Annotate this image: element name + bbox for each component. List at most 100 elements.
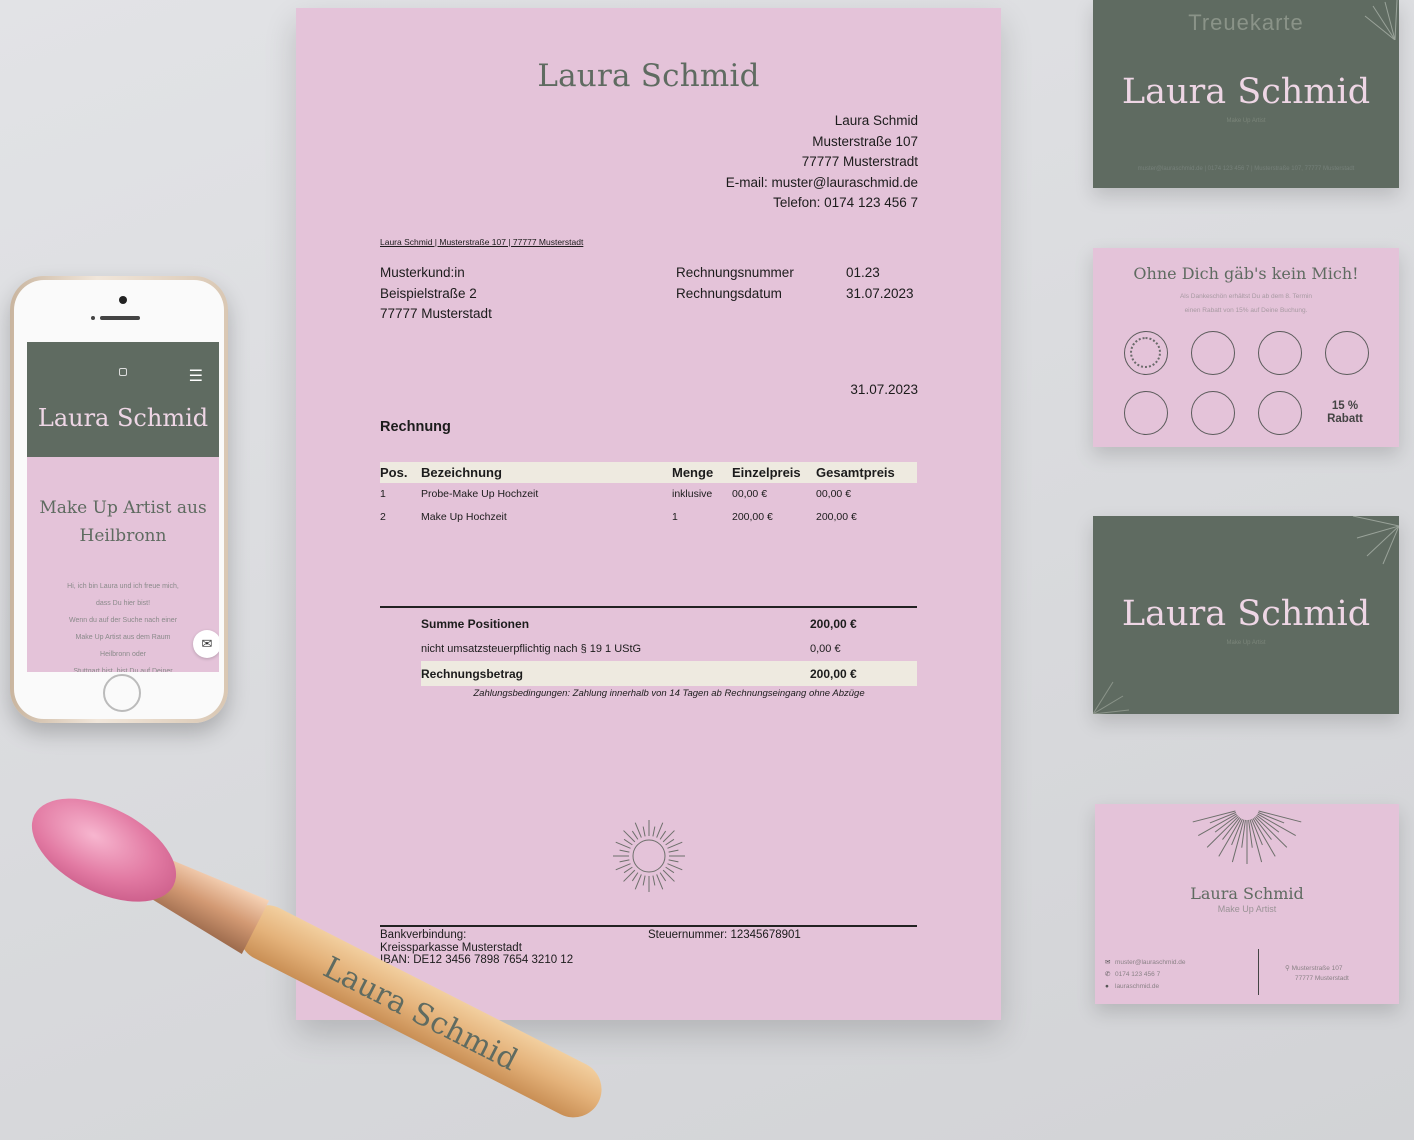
tax-number: Steuernummer: 12345678901	[648, 929, 801, 941]
address-line: Musterstraße 107	[1291, 965, 1343, 972]
sun-ray	[1258, 810, 1302, 823]
cell-menge: 1	[672, 511, 678, 523]
sun-ray	[665, 866, 675, 874]
intro-line: Hi, ich bin Laura und ich freue mich,	[67, 583, 179, 590]
cell-pos: 1	[380, 488, 386, 500]
reward-percent: 15 %	[1331, 400, 1359, 412]
sum-label: Summe Positionen	[421, 616, 530, 631]
invoice-logo: Laura Schmid	[537, 58, 760, 94]
headline-line: Heilbronn	[79, 526, 167, 546]
sender-line: Musterstraße 107	[812, 133, 918, 149]
cell-gesamtpreis: 00,00 €	[816, 488, 852, 500]
sun-ray	[1252, 818, 1276, 857]
card-name: Laura Schmid	[1190, 884, 1304, 903]
cell-bezeichnung: Make Up Hochzeit	[421, 511, 507, 523]
camera-icon	[119, 296, 127, 304]
card-logo: Laura Schmid	[1121, 72, 1371, 112]
sun-ray	[668, 859, 679, 863]
card-footer: muster@lauraschmid.de | 0174 123 456 7 |…	[1137, 166, 1355, 172]
tax-note-label: nicht umsatzsteuerpflichtig nach § 19 1 …	[421, 642, 642, 655]
stamp-slot-filled	[1124, 331, 1168, 375]
contact-details: ✉ muster@lauraschmid.de ✆ 0174 123 456 7 ●…	[1105, 957, 1186, 993]
brush-brand: Laura Schmid	[318, 950, 524, 1078]
business-card-front: Laura Schmid Make Up Artist	[1093, 516, 1399, 714]
sun-ray	[656, 822, 664, 838]
intro-line: Stuttgart bist, bist Du auf Deiner	[73, 668, 173, 672]
loyalty-card-front: Treuekarte Laura Schmid Make Up Artist m…	[1093, 0, 1399, 188]
col-einzelpreis: Einzelpreis	[732, 462, 816, 483]
total-label: Rechnungsbetrag	[421, 666, 524, 681]
recipient-line: 77777 Musterstadt	[380, 306, 492, 321]
instagram-icon[interactable]	[119, 368, 127, 376]
sun-ray	[656, 874, 664, 890]
phone-screen: ☰ Laura Schmid Make Up Artist aus Heilbr…	[27, 342, 219, 672]
letter-date: 31.07.2023	[850, 382, 918, 397]
makeup-brush: Laura Schmid	[31, 798, 602, 1118]
intro-line: Heilbronn oder	[100, 651, 146, 658]
card-logo: Laura Schmid	[1121, 594, 1371, 634]
cell-menge: inklusive	[672, 488, 713, 500]
sun-rays-icon	[1093, 681, 1130, 714]
sender-line: Laura Schmid	[834, 113, 918, 128]
loyalty-description: Als Dankeschön erhältst Du ab dem 8. Ter…	[1093, 290, 1399, 318]
tax-note-value: 0,00 €	[810, 642, 841, 655]
home-button[interactable]	[103, 674, 141, 712]
table-header-row: Pos. Bezeichnung Menge Einzelpreis Gesam…	[380, 462, 917, 483]
card-tagline: Make Up Artist	[1226, 118, 1266, 124]
recipient-address: Musterkund:in Beispielstraße 2 77777 Mus…	[380, 263, 492, 325]
contact-web: lauraschmid.de	[1115, 983, 1160, 990]
sun-ray	[659, 830, 667, 840]
sum-value: 200,00 €	[810, 616, 857, 631]
recipient-line: Beispielstraße 2	[380, 285, 477, 301]
instagram-icon: ●	[1105, 983, 1109, 990]
sun-ornament-icon	[1192, 810, 1302, 864]
sun-ray	[1206, 816, 1239, 848]
sun-ray	[659, 872, 667, 882]
sender-address: Laura Schmid Musterstraße 107 77777 Must…	[726, 111, 918, 214]
col-pos: Pos.	[380, 462, 421, 483]
description-line: Als Dankeschön erhältst Du ab dem 8. Ter…	[1179, 293, 1313, 300]
mail-icon: ✉	[1105, 959, 1111, 966]
hamburger-menu-icon[interactable]: ☰	[189, 369, 203, 385]
totals-divider	[380, 606, 917, 608]
site-headline: Make Up Artist aus Heilbronn	[27, 494, 219, 550]
site-intro: Hi, ich bin Laura und ich freue mich, da…	[39, 578, 207, 672]
address-line: 77777 Musterstadt	[1295, 975, 1349, 982]
stamp-slot	[1191, 391, 1235, 435]
card-role: Make Up Artist	[1217, 904, 1277, 914]
table-row: 1 Probe-Make Up Hochzeit inklusive 00,00…	[380, 483, 917, 506]
invoice-meta: Rechnungsnummer 01.23 Rechnungsdatum 31.07…	[676, 263, 914, 304]
total-value: 200,00 €	[810, 666, 857, 681]
phone-icon: ✆	[1105, 971, 1111, 978]
sun-ray	[1198, 813, 1237, 837]
totals-block: Summe Positionen 200,00 € nicht umsatzste…	[421, 611, 917, 686]
location-pin-icon: ⚲	[1285, 965, 1292, 972]
invoice-number-label: Rechnungsnummer	[676, 265, 794, 280]
invoice-date: 31.07.2023	[846, 285, 914, 301]
reward-word: Rabatt	[1327, 413, 1363, 425]
site-header: ☰ Laura Schmid	[27, 342, 219, 457]
site-logo: Laura Schmid	[37, 404, 209, 432]
contact-email: muster@lauraschmid.de	[1115, 959, 1186, 966]
card-divider	[1258, 949, 1259, 995]
cell-einzelpreis: 200,00 €	[732, 511, 773, 523]
items-table: Pos. Bezeichnung Menge Einzelpreis Gesam…	[380, 462, 917, 529]
sun-ray	[668, 849, 679, 853]
col-menge: Menge	[672, 462, 732, 483]
sun-rays-icon	[1352, 516, 1399, 565]
loyalty-card-back: Ohne Dich gäb's kein Mich! Als Dankeschö…	[1093, 248, 1399, 447]
intro-line: dass Du hier bist!	[95, 600, 151, 607]
cell-pos: 2	[380, 511, 386, 523]
sender-email: E-mail: muster@lauraschmid.de	[725, 174, 918, 190]
mail-icon[interactable]: ✉	[193, 630, 219, 658]
sun-ray	[1218, 818, 1242, 857]
sun-ray	[667, 841, 683, 849]
description-line: einen Rabatt von 15% auf Deine Buchung.	[1184, 307, 1308, 314]
sun-ray	[652, 875, 656, 886]
invoice-date-label: Rechnungsdatum	[676, 285, 782, 301]
stamp-slot	[1124, 391, 1168, 435]
stamp-slot	[1191, 331, 1235, 375]
speaker-icon	[100, 316, 140, 320]
intro-line: Make Up Artist aus dem Raum	[75, 634, 171, 641]
sun-rays-icon	[1364, 0, 1398, 40]
